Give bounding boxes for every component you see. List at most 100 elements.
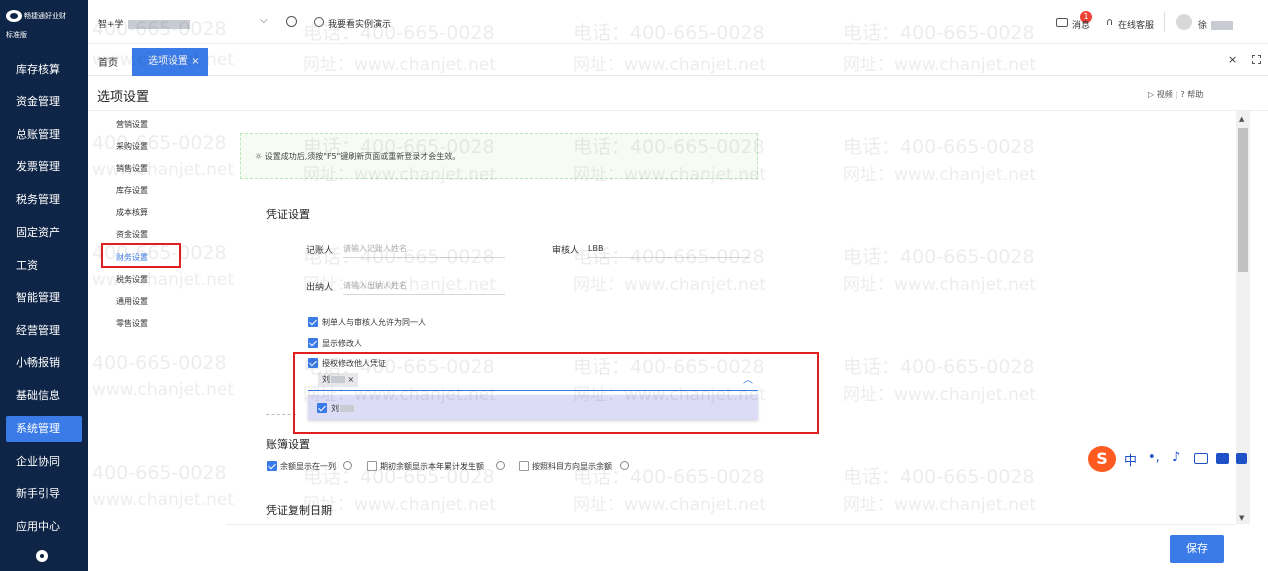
sidebar-item-collaboration[interactable]: 企业协同 [0, 449, 88, 475]
skin-icon[interactable] [1216, 453, 1229, 464]
scrollbar-thumb[interactable] [1238, 128, 1248, 272]
video-link[interactable]: 视频 [1157, 90, 1173, 99]
lightbulb-icon: ☼ [255, 152, 263, 161]
nav-funds[interactable]: 资金设置 [116, 229, 148, 240]
nav-retail[interactable]: 零售设置 [116, 318, 148, 329]
nav-general[interactable]: 通用设置 [116, 296, 148, 307]
chevron-down-icon[interactable]: ⌵ [260, 15, 268, 26]
checkbox-same-maker-reviewer[interactable] [308, 317, 318, 327]
checkbox-balance-one-column[interactable] [267, 461, 277, 471]
header-divider [88, 110, 1268, 111]
scroll-up-arrow[interactable]: ▲ [1239, 115, 1244, 123]
watermark-url: 网址：www.chanjet.net [843, 385, 1037, 405]
sidebar-item-funds[interactable]: 资金管理 [0, 89, 88, 115]
sidebar-item-system[interactable]: 系统管理 [6, 416, 82, 442]
watermark-url-short: www.chanjet.net [92, 50, 235, 70]
watermark-phone-short: 400-665-0028 [92, 18, 227, 40]
watermark-phone: 电话：400-665-0028 [843, 136, 1035, 158]
keyboard-icon[interactable] [1194, 453, 1208, 464]
watermark-url: 网址：www.chanjet.net [573, 495, 767, 515]
close-all-tabs-icon[interactable]: × [1228, 53, 1237, 66]
watermark-phone: 电话：400-665-0028 [303, 246, 495, 268]
sidebar-item-invoice[interactable]: 发票管理 [0, 154, 88, 180]
help-link[interactable]: 帮助 [1187, 90, 1203, 99]
watermark-phone: 电话：400-665-0028 [303, 136, 495, 158]
watermark-url-short: www.chanjet.net [92, 160, 235, 180]
watermark-phone: 电话：400-665-0028 [303, 22, 495, 44]
watermark-phone: 电话：400-665-0028 [573, 466, 765, 488]
section-divider [266, 414, 296, 415]
ledger-settings-title: 账簿设置 [266, 438, 310, 451]
save-button[interactable]: 保存 [1170, 535, 1224, 563]
scroll-down-arrow[interactable]: ▼ [1239, 514, 1244, 522]
watermark-phone: 电话：400-665-0028 [843, 22, 1035, 44]
watermark-url: 网址：www.chanjet.net [303, 165, 497, 185]
checkbox-subject-direction[interactable] [519, 461, 529, 471]
nav-inventory[interactable]: 库存设置 [116, 185, 148, 196]
checkbox-show-modifier[interactable] [308, 338, 318, 348]
sidebar-item-operations[interactable]: 经营管理 [0, 318, 88, 344]
sidebar-item-fixed-assets[interactable]: 固定资产 [0, 220, 88, 246]
gear-icon[interactable] [36, 550, 48, 562]
app-logo: 畅捷通好业财 标准版 [6, 10, 86, 40]
sidebar-item-expense[interactable]: 小畅报销 [0, 350, 88, 376]
watermark-url-short: www.chanjet.net [92, 490, 235, 510]
headset-icon[interactable]: ∩ [1106, 17, 1113, 28]
play-icon[interactable]: ▷ [1148, 90, 1154, 99]
sogou-logo-icon[interactable]: S [1088, 446, 1116, 472]
watermark-phone: 电话：400-665-0028 [843, 356, 1035, 378]
logo-text: 畅捷通好业财 [24, 12, 66, 20]
sidebar-item-general-ledger[interactable]: 总账管理 [0, 122, 88, 148]
message-icon[interactable] [1056, 18, 1068, 27]
watermark-phone: 电话：400-665-0028 [573, 136, 765, 158]
show-modifier-label: 显示修改人 [322, 339, 362, 348]
watermark-url: 网址：www.chanjet.net [303, 495, 497, 515]
watermark-phone: 电话：400-665-0028 [573, 356, 765, 378]
settings-icon[interactable] [286, 16, 297, 27]
watermark-url: 网址：www.chanjet.net [303, 275, 497, 295]
edition-label: 标准版 [6, 31, 27, 39]
watermark-url: 网址：www.chanjet.net [843, 495, 1037, 515]
same-maker-reviewer-label: 制单人与审核人允许为同一人 [322, 318, 426, 327]
info-icon[interactable] [496, 461, 505, 470]
watermark-url: 网址：www.chanjet.net [573, 55, 767, 75]
avatar[interactable] [1176, 14, 1192, 30]
watermark-phone-short: 400-665-0028 [92, 132, 227, 154]
watermark-phone-short: 400-665-0028 [92, 242, 227, 264]
watermark-phone-short: 400-665-0028 [92, 352, 227, 374]
help-icon[interactable]: ? [1181, 90, 1185, 99]
watermark-url: 网址：www.chanjet.net [573, 385, 767, 405]
watermark-phone: 电话：400-665-0028 [573, 246, 765, 268]
watermark-phone: 电话：400-665-0028 [573, 22, 765, 44]
ime-language[interactable]: 中 [1124, 450, 1137, 469]
logo-icon [6, 10, 22, 22]
watermark-phone: 电话：400-665-0028 [843, 466, 1035, 488]
sidebar-item-guide[interactable]: 新手引导 [0, 481, 88, 507]
online-service-link[interactable]: 在线客服 [1118, 18, 1154, 31]
watermark-url: 网址：www.chanjet.net [573, 165, 767, 185]
nav-costing[interactable]: 成本核算 [116, 207, 148, 218]
watermark-url-short: www.chanjet.net [92, 270, 235, 290]
sidebar-item-app-center[interactable]: 应用中心 [0, 514, 88, 540]
watermark-url: 网址：www.chanjet.net [843, 55, 1037, 75]
microphone-icon[interactable]: ♪ [1172, 450, 1180, 465]
sidebar-item-smart[interactable]: 智能管理 [0, 285, 88, 311]
page-title: 选项设置 [97, 90, 150, 105]
sidebar-item-inventory-accounting[interactable]: 库存核算 [0, 57, 88, 83]
watermark-url-short: www.chanjet.net [92, 380, 235, 400]
user-name[interactable]: 徐 [1198, 18, 1234, 31]
page-help-links: ▷ 视频 | ? 帮助 [1148, 90, 1204, 99]
sidebar-item-basic-info[interactable]: 基础信息 [0, 383, 88, 409]
sidebar-item-tax[interactable]: 税务管理 [0, 187, 88, 213]
watermark-phone-short: 400-665-0028 [92, 462, 227, 484]
watermark-phone: 电话：400-665-0028 [303, 466, 495, 488]
sidebar-item-payroll[interactable]: 工资 [0, 253, 88, 279]
nav-marketing[interactable]: 营销设置 [116, 119, 148, 130]
ime-punctuation[interactable]: •, [1148, 450, 1160, 465]
messages-link[interactable]: 消息 [1072, 18, 1090, 31]
watermark-url: 网址：www.chanjet.net [303, 55, 497, 75]
watermark-phone: 电话：400-665-0028 [303, 356, 495, 378]
ime-toolbar: S 中 •, ♪ [1088, 444, 1268, 474]
fullscreen-icon[interactable] [1252, 55, 1261, 64]
toolbox-icon[interactable] [1236, 453, 1247, 464]
